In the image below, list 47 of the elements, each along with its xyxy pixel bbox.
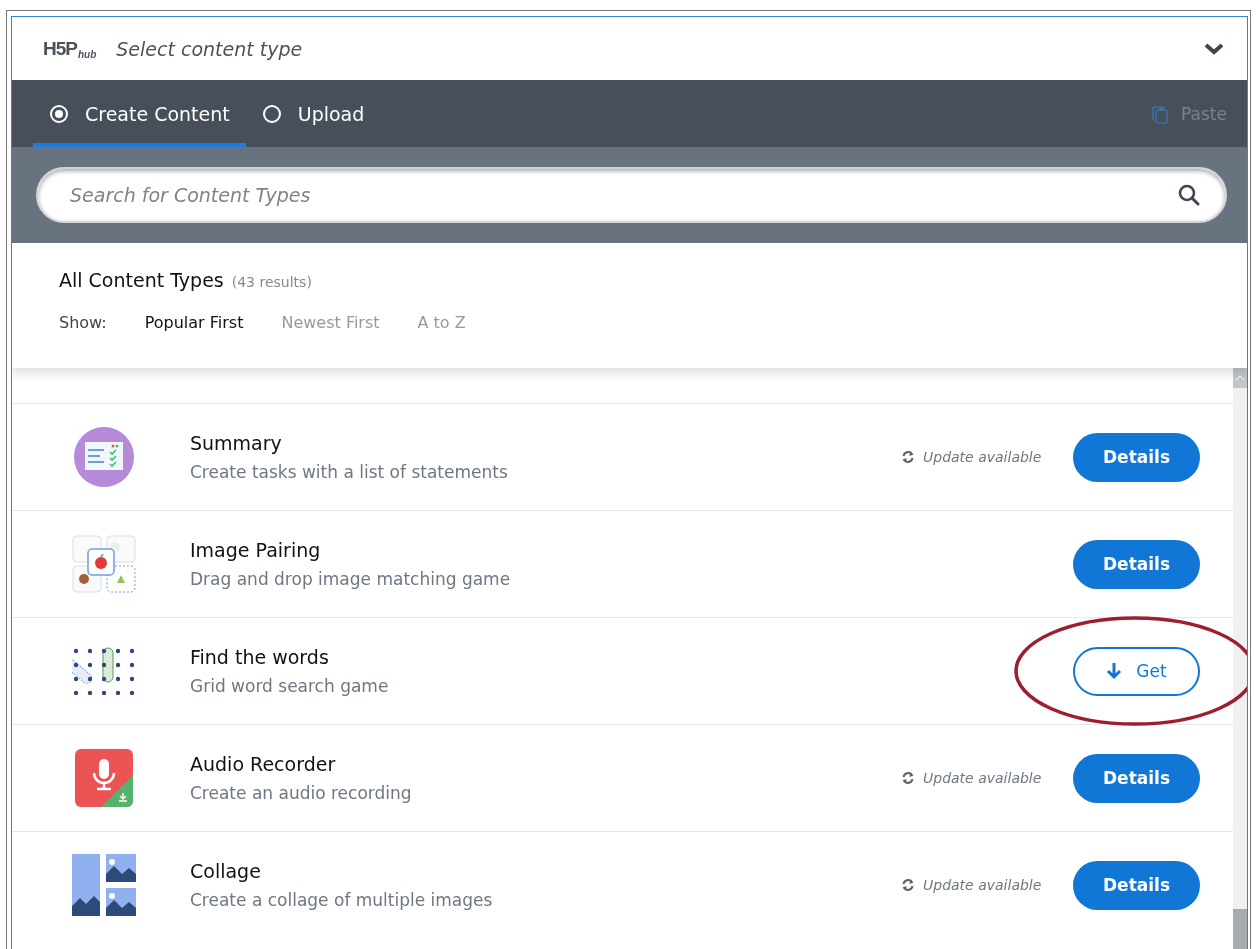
refresh-icon [901,771,915,785]
details-button[interactable]: Details [1073,753,1200,803]
image-collage-icon [72,854,136,916]
show-label: Show: [59,313,107,332]
update-notice: Update available [923,449,1042,465]
content-type-description: Create a collage of multiple images [190,890,494,910]
content-type-description: Create tasks with a list of statements [190,462,509,482]
chevron-down-icon[interactable] [1203,41,1225,56]
clipboard-icon [1151,103,1170,124]
content-type-name: Image Pairing [190,539,322,561]
logo-text: H5P [43,37,77,60]
scroll-up-button[interactable] [1233,368,1247,388]
dot-grid-icon [72,647,136,695]
scrollbar-thumb[interactable] [1233,909,1247,949]
results-count: (43 results) [231,274,312,290]
details-button[interactable]: Details [1073,860,1200,910]
sort-option[interactable]: A to Z [417,313,466,332]
update-notice: Update available [923,877,1042,893]
checklist-icon [73,426,135,488]
refresh-icon [901,878,915,892]
sort-option[interactable]: Newest First [281,313,380,332]
content-type-description: Create an audio recording [190,783,413,803]
microphone-icon [75,749,133,807]
content-type-name: Collage [190,860,262,882]
content-type-name: Summary [190,432,283,454]
content-type-name: Find the words [190,646,330,668]
get-button[interactable]: Get [1073,646,1200,696]
radio-icon [49,103,69,124]
image-cards-icon [72,535,136,593]
panel-title: Select content type [116,37,304,60]
update-notice: Update available [923,770,1042,786]
content-type-description: Drag and drop image matching game [190,569,512,589]
content-type-description: Grid word search game [190,676,390,696]
tab[interactable]: Upload [245,80,381,147]
details-button[interactable]: Details [1073,432,1200,482]
logo-suffix: hub [77,48,97,60]
search-icon [1177,183,1201,207]
scrollbar[interactable] [1233,368,1247,949]
caret-up-icon [1235,375,1245,381]
results-heading: All Content Types [59,269,224,291]
radio-icon [261,103,282,124]
details-button[interactable]: Details [1073,539,1200,589]
sort-option[interactable]: Popular First [144,313,244,332]
refresh-icon [901,450,915,464]
search-field[interactable]: Search for Content Types [36,167,1227,223]
content-type-name: Audio Recorder [190,753,337,775]
download-arrow-icon [1106,662,1123,680]
